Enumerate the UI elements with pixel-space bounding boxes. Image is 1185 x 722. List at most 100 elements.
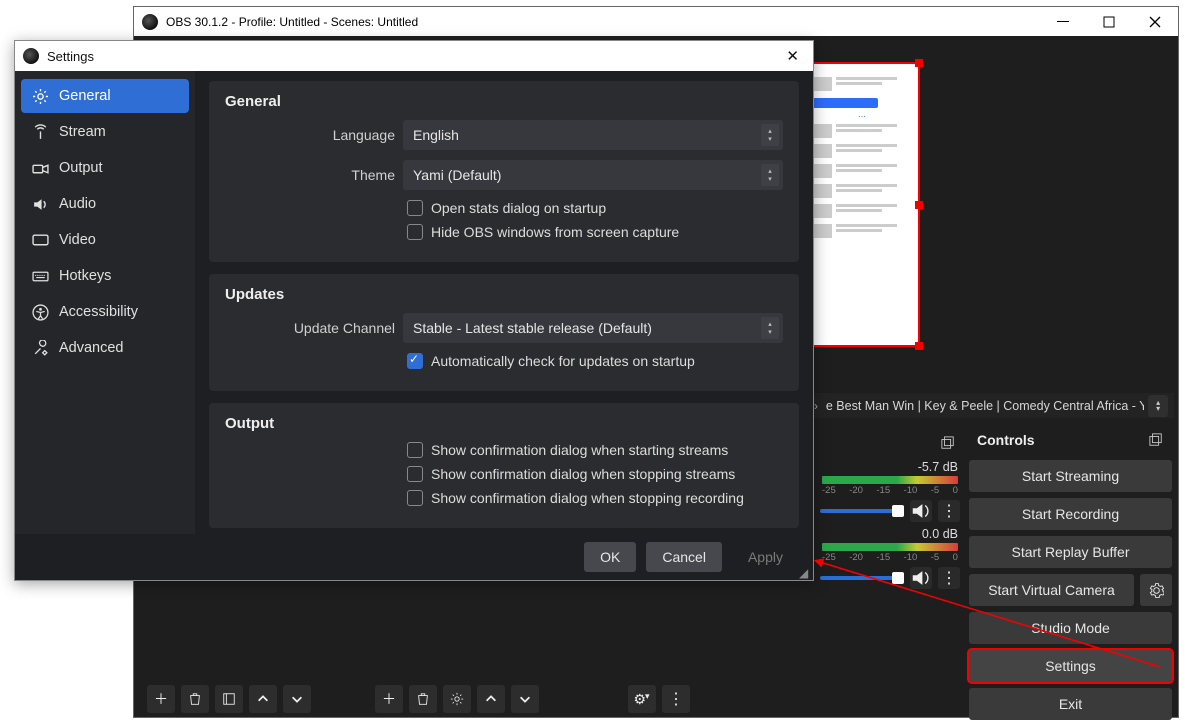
nav-label: Stream [59, 124, 106, 140]
nav-label: Audio [59, 196, 96, 212]
nav-label: Output [59, 160, 103, 176]
chevron-up-icon[interactable] [477, 685, 505, 713]
trash-icon[interactable] [181, 685, 209, 713]
start-virtual-camera-button[interactable]: Start Virtual Camera [969, 574, 1134, 606]
level-meter [822, 476, 958, 484]
close-icon[interactable]: ✕ [780, 45, 805, 67]
settings-titlebar: Settings ✕ [15, 41, 813, 71]
popout-icon[interactable] [940, 435, 956, 451]
level-meter [822, 543, 958, 551]
nav-label: Accessibility [59, 304, 138, 320]
meter-ticks: -25-20-15-10-50 [816, 485, 964, 496]
updates-section: Updates Update Channel Stable - Latest s… [209, 274, 799, 391]
checkbox-hide-obs[interactable] [407, 224, 423, 240]
nav-item-audio[interactable]: Audio [21, 187, 189, 221]
virtual-camera-settings-button[interactable] [1140, 574, 1172, 606]
controls-panel: Controls Start Streaming Start Recording… [967, 428, 1174, 720]
nav-item-advanced[interactable]: Advanced [21, 331, 189, 365]
settings-content: General Language English Theme Yami (Def… [195, 71, 813, 534]
nav-item-accessibility[interactable]: Accessibility [21, 295, 189, 329]
update-channel-select[interactable]: Stable - Latest stable release (Default) [403, 313, 783, 343]
nav-item-output[interactable]: Output [21, 151, 189, 185]
volume-slider[interactable] [820, 576, 904, 580]
settings-dialog-title: Settings [47, 49, 94, 64]
camera-icon [31, 159, 49, 177]
tools-icon [31, 339, 49, 357]
start-recording-button[interactable]: Start Recording [969, 498, 1172, 530]
nav-item-general[interactable]: General [21, 79, 189, 113]
apply-button[interactable]: Apply [732, 542, 799, 572]
source-spinner[interactable] [1148, 395, 1168, 417]
kebab-icon[interactable]: ⋮ [662, 685, 690, 713]
section-heading: General [225, 93, 783, 110]
add-icon[interactable]: ＋ [147, 685, 175, 713]
preview-selected-source[interactable]: ⋯ [804, 62, 920, 347]
cancel-button[interactable]: Cancel [646, 542, 722, 572]
gear-icon[interactable]: ⚙▾ [628, 685, 656, 713]
maximize-button[interactable] [1086, 7, 1132, 36]
checkbox-label: Show confirmation dialog when stopping r… [431, 490, 744, 506]
obs-window-title: OBS 30.1.2 - Profile: Untitled - Scenes:… [166, 15, 1040, 29]
minimize-button[interactable] [1040, 7, 1086, 36]
resize-handle[interactable] [915, 342, 923, 350]
add-icon[interactable]: ＋ [375, 685, 403, 713]
theme-label: Theme [225, 167, 395, 183]
start-streaming-button[interactable]: Start Streaming [969, 460, 1172, 492]
checkbox-label: Show confirmation dialog when starting s… [431, 442, 728, 458]
nav-label: General [59, 88, 111, 104]
nav-label: Hotkeys [59, 268, 111, 284]
chevron-down-icon[interactable] [511, 685, 539, 713]
panel-title: Controls [977, 432, 1035, 448]
section-heading: Updates [225, 286, 783, 303]
studio-mode-button[interactable]: Studio Mode [969, 612, 1172, 644]
language-label: Language [225, 127, 395, 143]
checkbox-label: Automatically check for updates on start… [431, 353, 695, 369]
exit-button[interactable]: Exit [969, 688, 1172, 720]
chevron-up-icon[interactable] [249, 685, 277, 713]
nav-item-video[interactable]: Video [21, 223, 189, 257]
nav-item-hotkeys[interactable]: Hotkeys [21, 259, 189, 293]
scenes-toolbar: ＋ ＋ [147, 685, 539, 713]
db-readout: 0.0 dB [816, 527, 964, 541]
checkbox-confirm-stop-stream[interactable] [407, 466, 423, 482]
filter-icon[interactable] [215, 685, 243, 713]
gear-icon[interactable] [443, 685, 471, 713]
checkbox-auto-update[interactable] [407, 353, 423, 369]
resize-grip-icon[interactable]: ◢ [799, 566, 811, 578]
speaker-icon [31, 195, 49, 213]
settings-nav: General Stream Output Audio Video Hotkey… [15, 71, 195, 534]
keyboard-icon [31, 267, 49, 285]
speaker-icon[interactable] [910, 500, 932, 522]
accessibility-icon [31, 303, 49, 321]
checkbox-confirm-start-stream[interactable] [407, 442, 423, 458]
language-select[interactable]: English [403, 120, 783, 150]
chevron-down-icon[interactable] [283, 685, 311, 713]
sources-panel-row[interactable]: › e Best Man Win | Key & Peele | Comedy … [804, 393, 1174, 418]
checkbox-open-stats[interactable] [407, 200, 423, 216]
trash-icon[interactable] [409, 685, 437, 713]
settings-button[interactable]: Settings [969, 650, 1172, 682]
close-button[interactable] [1132, 7, 1178, 36]
settings-dialog: Settings ✕ General Stream Output Audio V… [14, 40, 814, 581]
settings-footer: OK Cancel Apply ◢ [15, 534, 813, 580]
popout-icon[interactable] [1148, 432, 1164, 448]
audio-channel-2: 0.0 dB -25-20-15-10-50 ⋮ [814, 524, 966, 591]
gear-icon [31, 87, 49, 105]
section-heading: Output [225, 415, 783, 432]
kebab-icon[interactable]: ⋮ [938, 500, 960, 522]
ok-button[interactable]: OK [584, 542, 636, 572]
resize-handle[interactable] [915, 201, 923, 209]
nav-item-stream[interactable]: Stream [21, 115, 189, 149]
output-section: Output Show confirmation dialog when sta… [209, 403, 799, 528]
checkbox-confirm-stop-record[interactable] [407, 490, 423, 506]
resize-handle[interactable] [915, 59, 923, 67]
obs-logo-icon [23, 48, 39, 64]
source-title: e Best Man Win | Key & Peele | Comedy Ce… [826, 399, 1144, 413]
speaker-icon[interactable] [910, 567, 932, 589]
db-readout: -5.7 dB [816, 460, 964, 474]
kebab-icon[interactable]: ⋮ [938, 567, 960, 589]
theme-select[interactable]: Yami (Default) [403, 160, 783, 190]
start-replay-buffer-button[interactable]: Start Replay Buffer [969, 536, 1172, 568]
obs-titlebar: OBS 30.1.2 - Profile: Untitled - Scenes:… [134, 7, 1178, 36]
volume-slider[interactable] [820, 509, 904, 513]
